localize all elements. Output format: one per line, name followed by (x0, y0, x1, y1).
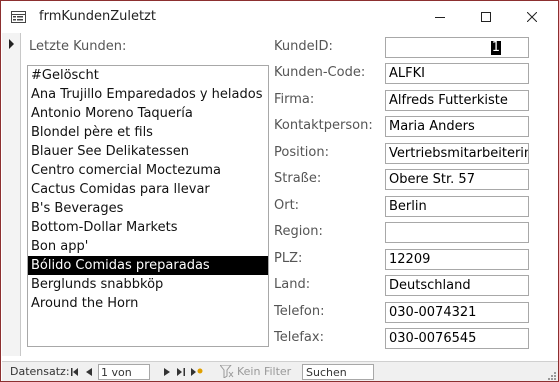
region-label: Region: (274, 224, 323, 239)
recent-customer-item[interactable]: Around the Horn (28, 294, 268, 313)
search-input[interactable]: Suchen (302, 364, 374, 380)
position-field[interactable]: Vertriebsmitarbeiterin (385, 143, 529, 164)
recent-customer-item[interactable]: Antonio Moreno Taquería (28, 104, 268, 123)
maximize-button[interactable] (463, 1, 509, 33)
plz-field[interactable]: 12209 (385, 249, 529, 270)
record-navigation-label: Datensatz: (10, 365, 70, 378)
recent-customers-listbox[interactable]: #Gelöscht Ana Trujillo Emparedados y hela… (27, 65, 269, 347)
recent-customer-item[interactable]: Blondel père et fils (28, 123, 268, 142)
region-field[interactable] (385, 222, 529, 243)
last-record-icon (177, 368, 185, 376)
kunden-code-label: Kunden-Code: (274, 65, 366, 80)
record-position-input[interactable]: 1 von 91 (98, 364, 150, 381)
record-selector[interactable] (2, 33, 21, 356)
first-record-button[interactable] (70, 366, 80, 378)
recent-customer-item[interactable]: #Gelöscht (28, 66, 268, 85)
position-label: Position: (274, 145, 329, 160)
resize-grip-icon[interactable] (548, 372, 556, 380)
telefon-field[interactable]: 030-0074321 (385, 302, 529, 323)
form-icon (11, 11, 26, 23)
recent-customer-item[interactable]: Bólido Comidas preparadas (28, 256, 268, 275)
next-record-button[interactable] (162, 366, 172, 378)
last-record-button[interactable] (176, 366, 186, 378)
kontaktperson-label: Kontaktperson: (274, 118, 373, 133)
form-window: frmKundenZuletzt Letzte Kunden: #Gelösch… (0, 0, 559, 382)
recent-customer-item[interactable]: Bottom-Dollar Markets (28, 218, 268, 237)
telefax-label: Telefax: (274, 330, 324, 345)
land-label: Land: (274, 277, 311, 292)
recent-customer-item[interactable]: Berglunds snabbköp (28, 275, 268, 294)
record-navigation-bar: Datensatz: 1 von 91 Kein Filter Suchen (2, 361, 558, 381)
recent-customer-item[interactable]: Cactus Comidas para llevar (28, 180, 268, 199)
kunden-code-field[interactable]: ALFKI (385, 63, 529, 84)
strasse-field[interactable]: Obere Str. 57 (385, 169, 529, 190)
close-icon (527, 12, 537, 22)
previous-record-icon (86, 368, 92, 376)
new-record-icon (191, 368, 203, 376)
first-record-icon (71, 368, 78, 376)
recent-customer-item[interactable]: Ana Trujillo Emparedados y helados (28, 85, 268, 104)
land-field[interactable]: Deutschland (385, 275, 529, 296)
new-record-button[interactable] (190, 366, 204, 378)
strasse-label: Straße: (274, 171, 322, 186)
maximize-icon (481, 12, 491, 22)
plz-label: PLZ: (274, 251, 303, 266)
kundeid-field[interactable]: 1 (385, 37, 529, 58)
filter-status-button[interactable]: Kein Filter (237, 365, 291, 378)
recent-customers-list: #Gelöscht Ana Trujillo Emparedados y hela… (28, 66, 268, 313)
filter-icon (220, 365, 234, 378)
kundeid-label: KundeID: (274, 39, 333, 54)
recent-customer-item[interactable]: Blauer See Delikatessen (28, 142, 268, 161)
minimize-button[interactable] (417, 1, 463, 33)
recent-customer-item[interactable]: Bon app' (28, 237, 268, 256)
firma-label: Firma: (274, 92, 315, 107)
recent-customers-label: Letzte Kunden: (29, 39, 127, 54)
recent-customer-item[interactable]: B's Beverages (28, 199, 268, 218)
telefax-field[interactable]: 030-0076545 (385, 328, 529, 349)
minimize-icon (435, 17, 445, 18)
window-title: frmKundenZuletzt (39, 9, 156, 24)
kontaktperson-field[interactable]: Maria Anders (385, 116, 529, 137)
kundeid-value: 1 (490, 40, 501, 55)
current-record-arrow-icon (9, 39, 14, 49)
previous-record-button[interactable] (84, 366, 94, 378)
ort-label: Ort: (274, 198, 300, 213)
title-bar[interactable]: frmKundenZuletzt (1, 1, 558, 33)
recent-customer-item[interactable]: Centro comercial Moctezuma (28, 161, 268, 180)
next-record-icon (164, 368, 170, 376)
telefon-label: Telefon: (274, 304, 325, 319)
firma-field[interactable]: Alfreds Futterkiste (385, 90, 529, 111)
ort-field[interactable]: Berlin (385, 196, 529, 217)
close-button[interactable] (509, 1, 555, 33)
